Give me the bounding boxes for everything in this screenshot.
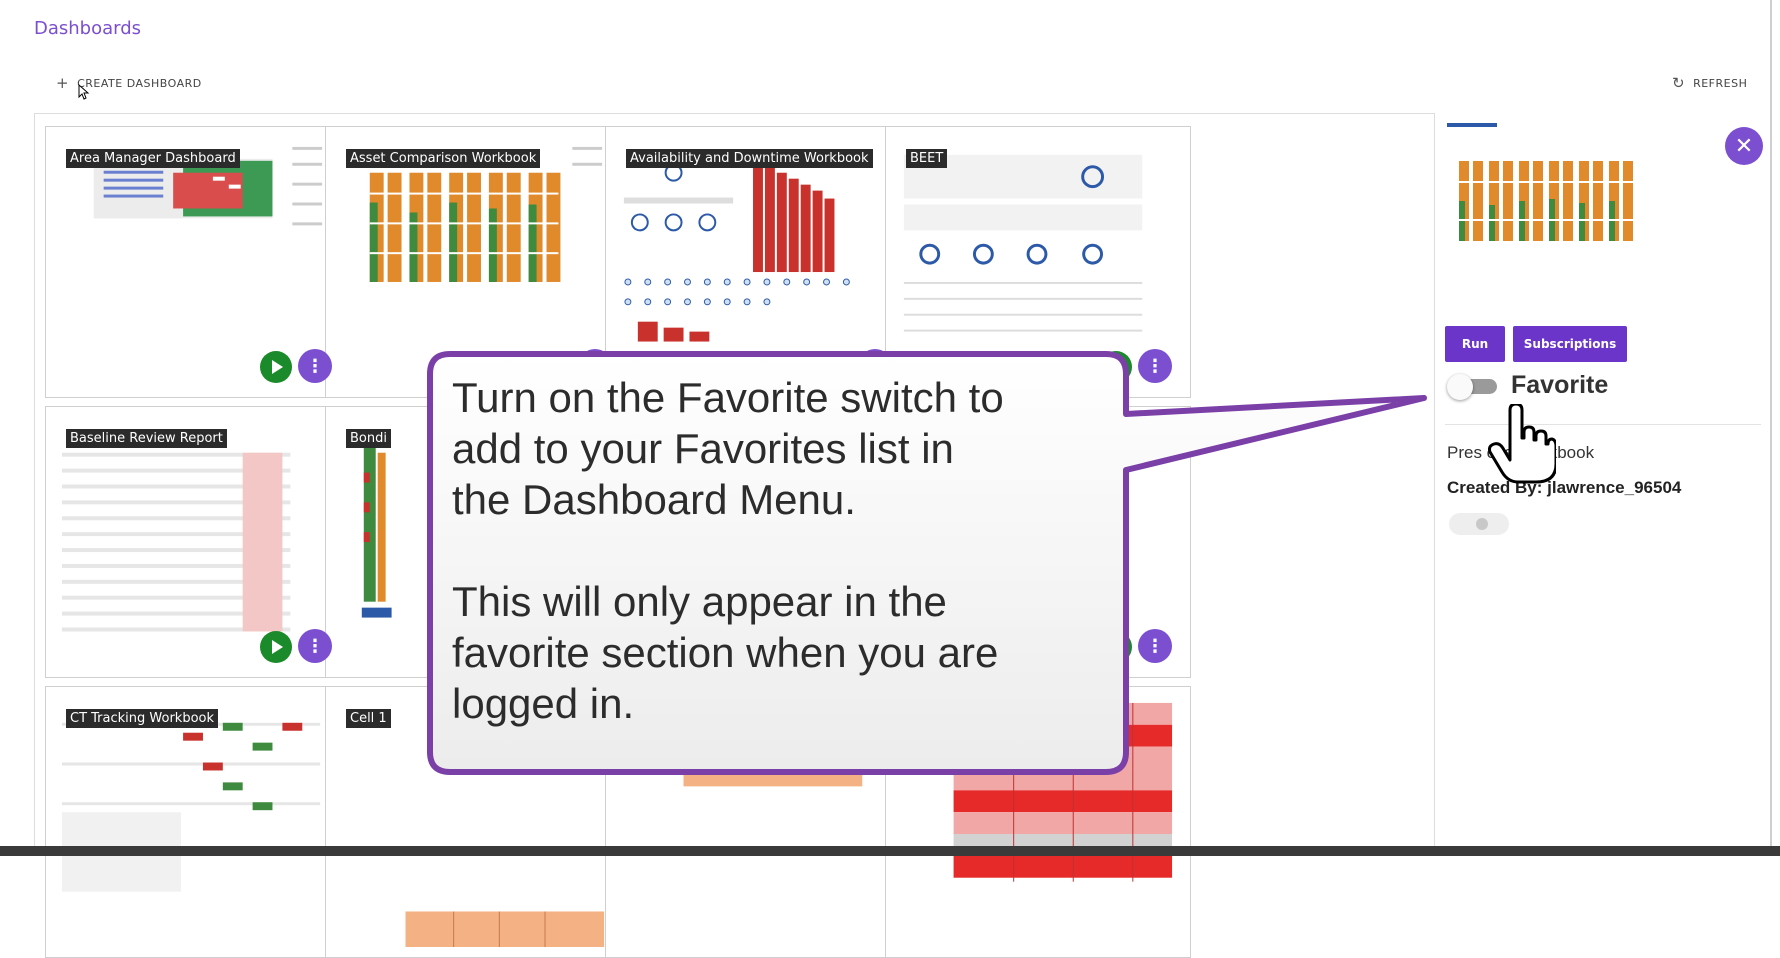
dashboard-details-panel: ✕ Run Subscriptions Favorite Pres ess Wo… [1434,113,1770,846]
callout-line: logged in. [452,680,635,727]
dashboard-thumbnail [894,693,1182,948]
callout-text: Turn on the Favorite switch to add to yo… [452,372,1132,729]
created-by: Created By: jlawrence_96504 [1447,478,1682,497]
favorite-label: Favorite [1511,371,1609,399]
refresh-label: REFRESH [1693,76,1748,90]
tag-chip[interactable] [1449,513,1509,535]
dashboard-thumbnail [614,133,902,388]
card-label: BEET [906,149,948,168]
dashboard-card[interactable]: Availability and Downtime Workbook ⋮ [605,126,911,398]
card-label: Availability and Downtime Workbook [626,149,873,168]
dashboard-thumbnail [334,133,622,388]
card-label: Bondi [346,429,391,448]
dashboard-thumbnail [54,693,342,948]
callout-line: Turn on the Favorite switch to [452,374,1004,421]
more-vert-icon[interactable]: ⋮ [1138,629,1172,663]
dashboard-card[interactable]: Area Manager Dashboard ⋮ [45,126,351,398]
play-icon[interactable] [260,631,292,663]
close-icon[interactable]: ✕ [1725,127,1763,165]
dashboard-thumbnail [54,413,342,668]
create-dashboard-label: CREATE DASHBOARD [77,76,202,90]
callout-line: add to your Favorites list in [452,425,954,472]
dashboard-thumbnail [54,133,342,388]
more-vert-icon[interactable]: ⋮ [298,629,332,663]
dashboard-card[interactable]: BEET ⋮ [885,126,1191,398]
window-bottom-border [0,846,1780,856]
card-label: Baseline Review Report [66,429,227,448]
more-vert-icon[interactable]: ⋮ [1138,349,1172,383]
dashboard-card[interactable]: CT Tracking Workbook [45,686,351,958]
window-border [1770,0,1772,856]
refresh-icon: ↻ [1672,74,1686,92]
subscriptions-button[interactable]: Subscriptions [1513,326,1627,362]
dashboard-thumbnail [614,693,902,948]
dashboard-thumbnail [334,693,622,948]
dashboard-thumbnail [894,133,1182,388]
callout-line: This will only appear in the [452,578,947,625]
toggle-knob [1447,373,1473,400]
card-label: Asset Comparison Workbook [346,149,541,168]
page-title: Dashboards [34,18,142,39]
callout-line: the Dashboard Menu. [452,476,856,523]
dashboard-card[interactable]: Baseline Review Report ⋮ [45,406,351,678]
selected-dashboard-thumbnail [1445,121,1675,275]
card-label: CT Tracking Workbook [66,709,219,728]
more-vert-icon[interactable]: ⋮ [298,349,332,383]
dashboard-card[interactable]: Asset Comparison Workbook ⋮ [325,126,631,398]
callout-line: favorite section when you are [452,629,999,676]
mouse-pointer-icon [78,83,90,104]
card-label: Area Manager Dashboard [66,149,240,168]
refresh-button[interactable]: ↻ REFRESH [1672,74,1747,92]
app-frame: Dashboards + CREATE DASHBOARD ↻ REFRESH [0,0,1780,958]
run-button[interactable]: Run [1445,326,1505,362]
card-label: Cell 1 [346,709,391,728]
favorite-row: Favorite [1447,371,1608,400]
favorite-toggle[interactable] [1447,372,1501,400]
callout-gap [452,525,1132,576]
chip-remove-icon[interactable] [1476,518,1488,530]
play-icon[interactable] [260,351,292,383]
plus-icon: + [56,74,70,92]
hand-pointer-icon [1488,404,1556,484]
